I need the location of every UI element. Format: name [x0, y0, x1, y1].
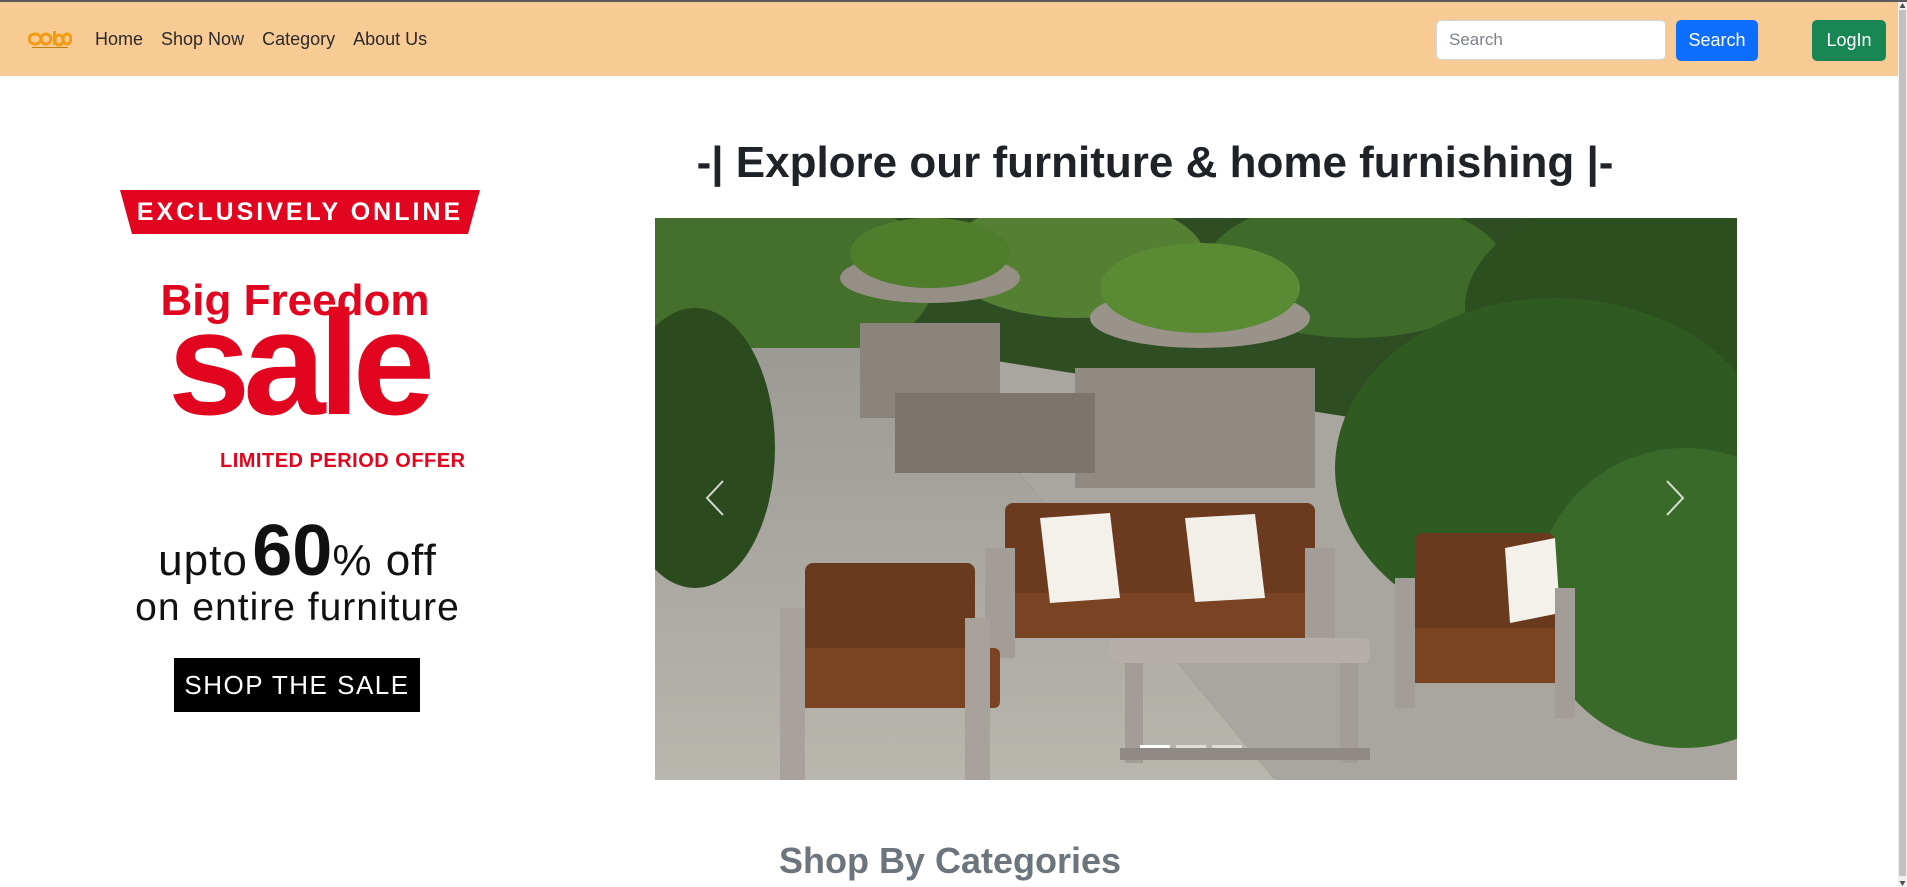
promo-sale-word: sale [167, 281, 435, 446]
search-input[interactable] [1436, 20, 1666, 60]
scroll-down-arrow-icon[interactable] [1899, 880, 1906, 887]
promo-limited-offer: LIMITED PERIOD OFFER [220, 450, 466, 472]
promo-upto-text: upto [158, 536, 248, 585]
page: Home Shop Now Category About Us Search L… [0, 2, 1898, 887]
page-scrollbar[interactable] [1898, 2, 1907, 887]
cube-logo-icon[interactable] [28, 28, 72, 50]
patio-furniture-image [655, 218, 1737, 780]
promo-banner-text: EXCLUSIVELY ONLINE [136, 198, 464, 226]
nav-link-home[interactable]: Home [95, 29, 143, 50]
shop-the-sale-button[interactable]: SHOP THE SALE [174, 658, 420, 712]
nav-link-about-us[interactable]: About Us [353, 29, 427, 50]
nav-link-shop-now[interactable]: Shop Now [161, 29, 244, 50]
carousel-indicator-1[interactable] [1140, 745, 1170, 748]
chevron-left-icon[interactable] [695, 473, 735, 523]
browser-frame: Home Shop Now Category About Us Search L… [0, 0, 1907, 887]
scrollbar-thumb[interactable] [1899, 10, 1906, 876]
search-button[interactable]: Search [1676, 20, 1758, 61]
hero-carousel[interactable] [655, 218, 1737, 780]
promo-discount: upto 60% off [100, 510, 495, 592]
carousel-indicators [1140, 745, 1242, 748]
sale-promo-banner[interactable]: EXCLUSIVELY ONLINE Big Freedom sale LIMI… [100, 182, 495, 722]
promo-entire-text: on entire furniture [135, 586, 460, 629]
carousel-indicator-2[interactable] [1176, 745, 1206, 748]
carousel-indicator-3[interactable] [1212, 745, 1242, 748]
chevron-right-icon[interactable] [1655, 473, 1695, 523]
hero-title: -| Explore our furniture & home furnishi… [696, 138, 1614, 187]
scroll-up-arrow-icon[interactable] [1899, 2, 1906, 9]
login-button[interactable]: LogIn [1812, 20, 1886, 61]
nav-link-category[interactable]: Category [262, 29, 335, 50]
shop-by-categories-heading: Shop By Categories [778, 840, 1122, 881]
promo-off-text: % off [332, 536, 437, 585]
top-navbar: Home Shop Now Category About Us Search L… [0, 2, 1898, 76]
nav-links: Home Shop Now Category About Us [95, 2, 445, 76]
promo-percent-value: 60 [252, 511, 333, 591]
